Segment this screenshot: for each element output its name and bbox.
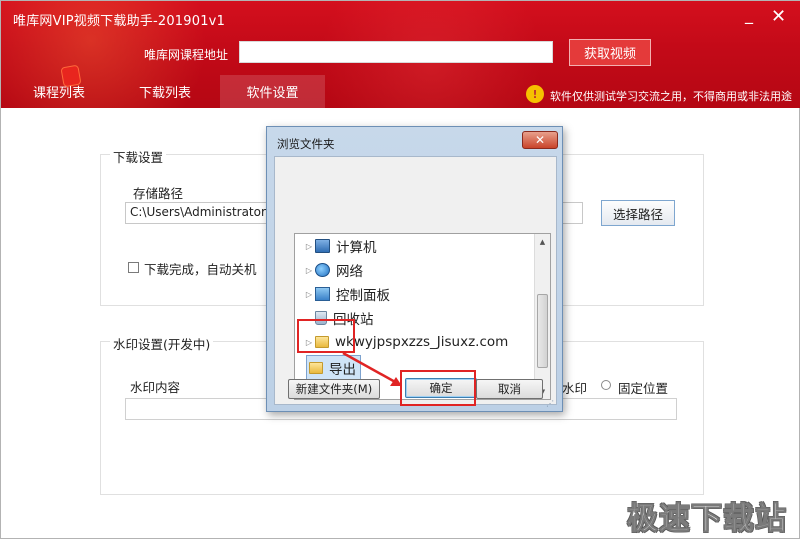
notice-icon: ! — [526, 85, 544, 103]
folder-icon — [309, 362, 323, 374]
tree-item-network[interactable]: ▷ 网络 — [295, 259, 363, 281]
computer-icon — [315, 239, 330, 253]
tree-item-control-panel[interactable]: ▷ 控制面板 — [295, 283, 390, 305]
choose-path-button[interactable]: 选择路径 — [601, 200, 675, 226]
watermark-content-label: 水印内容 — [130, 380, 181, 395]
tree-item-label: wkwyjpspxzzs_Jisuxz.com — [335, 334, 509, 350]
dialog-close-button[interactable]: ✕ — [522, 131, 558, 149]
expand-arrow-icon[interactable]: ▷ — [303, 266, 315, 275]
get-video-button[interactable]: 获取视频 — [569, 39, 651, 66]
storage-path-label: 存储路径 — [133, 186, 184, 201]
tree-item-label: 计算机 — [336, 240, 377, 256]
tab-download-list[interactable]: 下载列表 — [125, 75, 205, 108]
minimize-button[interactable]: _ — [745, 7, 753, 23]
course-url-input[interactable] — [239, 41, 553, 63]
dialog-body: ▷ 计算机 ▷ 网络 ▷ 控制面板 回收站 ▷ wkwyjpspxzzs_Jis… — [274, 156, 557, 405]
watermark-settings-legend: 水印设置(开发中) — [110, 334, 214, 353]
watermark-option-label: 水印 — [562, 381, 588, 396]
tree-item-export[interactable]: 导出 — [306, 355, 361, 381]
new-folder-button[interactable]: 新建文件夹(M) — [288, 379, 380, 399]
fixed-position-radio[interactable] — [601, 380, 611, 390]
tab-course-list[interactable]: 课程列表 — [19, 75, 99, 108]
close-button[interactable]: ✕ — [771, 8, 786, 26]
control-panel-icon — [315, 287, 330, 301]
tree-item-label: 导出 — [329, 362, 356, 378]
notice-text: 软件仅供测试学习交流之用，不得商用或非法用途 — [550, 90, 792, 103]
highlight-box-export — [297, 319, 355, 353]
app-window: 唯库网VIP视频下载助手-201901v1 _ ✕ 唯库网课程地址 获取视频 课… — [0, 0, 800, 539]
dialog-title: 浏览文件夹 — [277, 137, 335, 151]
auto-shutdown-label: 下载完成，自动关机 — [144, 262, 257, 277]
resize-grip-icon[interactable]: ⋰ — [546, 399, 554, 408]
highlight-box-ok — [400, 370, 476, 406]
download-settings-legend: 下载设置 — [110, 147, 167, 166]
window-title: 唯库网VIP视频下载助手-201901v1 — [13, 14, 226, 29]
network-icon — [315, 263, 330, 277]
tree-item-label: 网络 — [336, 264, 363, 280]
expand-arrow-icon[interactable]: ▷ — [303, 242, 315, 251]
scroll-thumb[interactable] — [537, 294, 548, 368]
scroll-up-icon[interactable]: ▲ — [535, 234, 550, 249]
course-url-label: 唯库网课程地址 — [144, 48, 229, 62]
cancel-button[interactable]: 取消 — [476, 379, 543, 399]
tree-item-computer[interactable]: ▷ 计算机 — [295, 235, 377, 257]
expand-arrow-icon[interactable]: ▷ — [303, 290, 315, 299]
header-bar: 唯库网VIP视频下载助手-201901v1 _ ✕ 唯库网课程地址 获取视频 课… — [1, 1, 800, 108]
auto-shutdown-checkbox[interactable] — [128, 262, 139, 273]
site-watermark: 极速下载站 — [627, 501, 787, 538]
tree-scrollbar[interactable]: ▲ ▼ — [534, 234, 550, 399]
fixed-position-label: 固定位置 — [618, 381, 669, 396]
tab-settings[interactable]: 软件设置 — [220, 75, 325, 108]
tree-item-label: 控制面板 — [336, 288, 390, 304]
